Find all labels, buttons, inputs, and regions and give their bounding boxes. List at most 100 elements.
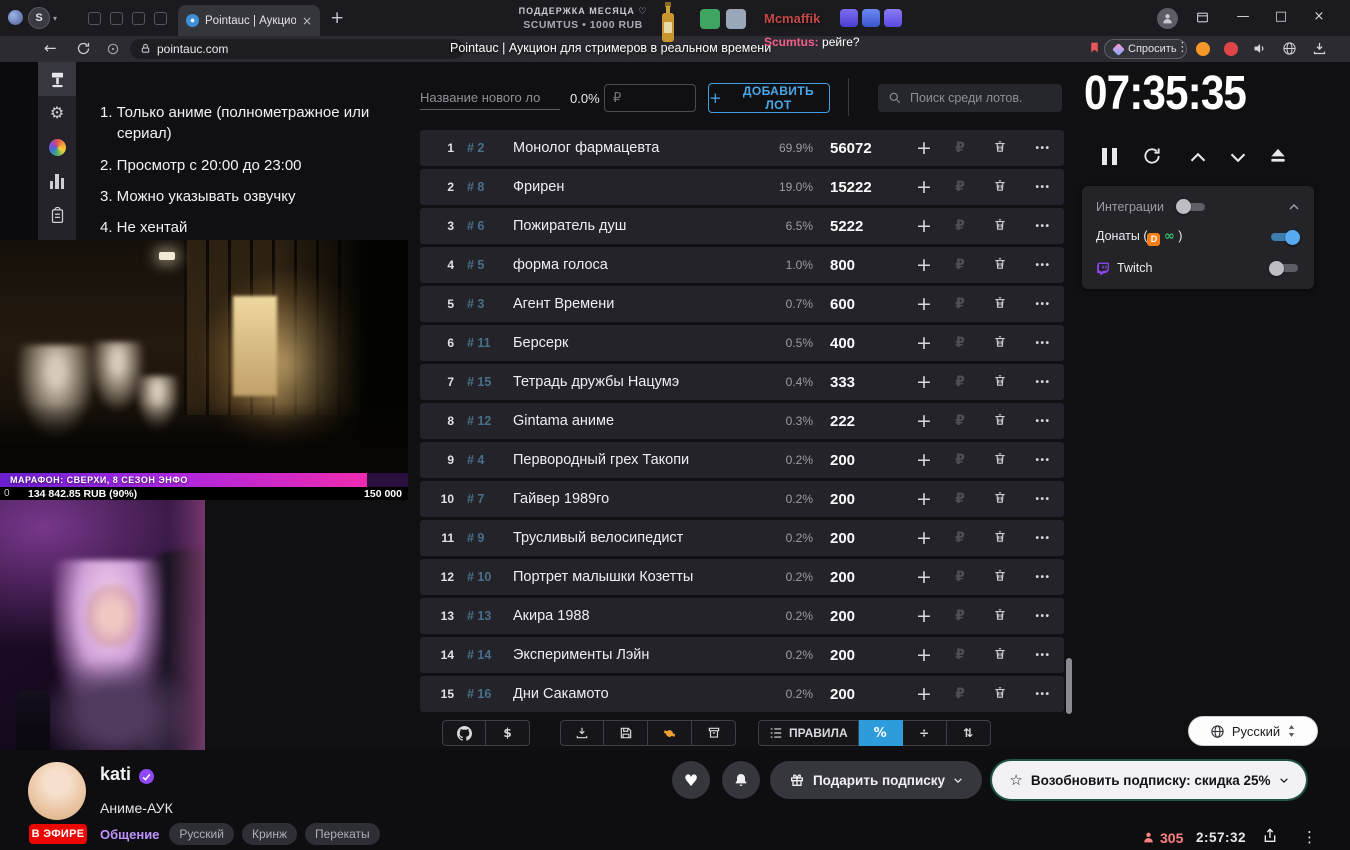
channel-name[interactable]: kati <box>100 764 131 785</box>
add-bid-button[interactable]: + <box>906 137 942 159</box>
ask-button[interactable]: Спросить <box>1104 39 1187 59</box>
bookmark-icon[interactable] <box>1088 40 1101 58</box>
add-bid-button[interactable]: + <box>906 683 942 705</box>
sidebar-item-history[interactable] <box>38 198 76 232</box>
lot-row[interactable]: 2 # 8 Фрирен 19.0% 15222 + ₽ ••• <box>420 169 1064 205</box>
download-icon[interactable] <box>1312 41 1327 59</box>
tab-close-icon[interactable]: × <box>302 14 312 28</box>
maximize-button[interactable]: □ <box>1266 9 1296 24</box>
scrollbar-thumb[interactable] <box>1066 658 1072 714</box>
lot-more-button[interactable]: ••• <box>1022 182 1064 193</box>
lot-more-button[interactable]: ••• <box>1022 455 1064 466</box>
notifications-button[interactable] <box>722 761 760 799</box>
stream-tag[interactable]: Кринж <box>241 823 297 845</box>
new-lot-name-input[interactable] <box>420 86 560 110</box>
currency-button[interactable]: ₽ <box>942 257 978 273</box>
stream-tag[interactable]: Перекаты <box>304 823 380 845</box>
lot-more-button[interactable]: ••• <box>1022 494 1064 505</box>
timer-up-button[interactable] <box>1188 151 1208 167</box>
category-link[interactable]: Общение <box>100 827 159 842</box>
add-bid-button[interactable]: + <box>906 566 942 588</box>
collapse-button[interactable] <box>1288 199 1300 214</box>
lot-row[interactable]: 9 # 4 Первородный грех Такопи 0.2% 200 +… <box>420 442 1064 478</box>
add-bid-button[interactable]: + <box>906 488 942 510</box>
more-options-icon[interactable]: ⋮ <box>1302 828 1317 846</box>
user-avatar-icon[interactable] <box>1157 8 1178 29</box>
extensions-icon[interactable] <box>106 42 120 59</box>
currency-button[interactable]: ₽ <box>942 179 978 195</box>
lot-more-button[interactable]: ••• <box>1022 338 1064 349</box>
currency-button[interactable]: ₽ <box>942 569 978 585</box>
lot-more-button[interactable]: ••• <box>1022 143 1064 154</box>
delete-lot-button[interactable] <box>978 412 1022 430</box>
browser-profile-button[interactable]: S ▾ <box>28 7 57 29</box>
lot-row[interactable]: 5 # 3 Агент Времени 0.7% 600 + ₽ ••• <box>420 286 1064 322</box>
lot-more-button[interactable]: ••• <box>1022 650 1064 661</box>
back-button[interactable]: ← <box>44 39 57 57</box>
extension-icon[interactable] <box>1196 42 1210 56</box>
add-lot-button[interactable]: + ДОБАВИТЬ ЛОТ <box>708 83 830 113</box>
lot-row[interactable]: 15 # 16 Дни Сакамото 0.2% 200 + ₽ ••• <box>420 676 1064 712</box>
lot-row[interactable]: 11 # 9 Трусливый велосипедист 0.2% 200 +… <box>420 520 1064 556</box>
add-bid-button[interactable]: + <box>906 254 942 276</box>
donate-button[interactable]: $ <box>486 720 530 746</box>
sidebar-item-wheel[interactable] <box>38 130 76 164</box>
add-bid-button[interactable]: + <box>906 410 942 432</box>
save-button[interactable] <box>604 720 648 746</box>
delete-lot-button[interactable] <box>978 646 1022 664</box>
add-bid-button[interactable]: + <box>906 644 942 666</box>
delete-lot-button[interactable] <box>978 490 1022 508</box>
lot-row[interactable]: 6 # 11 Берсерк 0.5% 400 + ₽ ••• <box>420 325 1064 361</box>
currency-button[interactable]: ₽ <box>942 530 978 546</box>
download-lots-button[interactable] <box>560 720 604 746</box>
lot-search[interactable] <box>878 84 1062 112</box>
speaker-icon[interactable] <box>1252 41 1267 59</box>
delete-lot-button[interactable] <box>978 334 1022 352</box>
timer-down-button[interactable] <box>1228 151 1248 167</box>
divide-button[interactable]: ÷ <box>902 720 947 746</box>
currency-button[interactable]: ₽ <box>942 140 978 156</box>
add-bid-button[interactable]: + <box>906 215 942 237</box>
add-bid-button[interactable]: + <box>906 527 942 549</box>
candy-button[interactable] <box>648 720 692 746</box>
tab-layout-icon[interactable] <box>1196 11 1209 27</box>
refresh-button[interactable] <box>76 41 91 59</box>
lot-more-button[interactable]: ••• <box>1022 416 1064 427</box>
lot-row[interactable]: 3 # 6 Пожиратель душ 6.5% 5222 + ₽ ••• <box>420 208 1064 244</box>
currency-button[interactable]: ₽ <box>942 335 978 351</box>
lot-row[interactable]: 13 # 13 Акира 1988 0.2% 200 + ₽ ••• <box>420 598 1064 634</box>
address-bar[interactable]: pointauc.com <box>130 39 464 59</box>
kebab-menu-icon[interactable]: ⋮ <box>1176 40 1189 55</box>
gift-sub-button[interactable]: Подарить подписку <box>770 761 982 799</box>
pinned-icon[interactable] <box>132 12 145 25</box>
lot-row[interactable]: 10 # 7 Гайвер 1989го 0.2% 200 + ₽ ••• <box>420 481 1064 517</box>
integrations-toggle[interactable] <box>1176 199 1207 214</box>
resubscribe-button[interactable]: ☆ Возобновить подписку: скидка 25% <box>992 761 1306 799</box>
new-tab-button[interactable]: + <box>330 8 344 28</box>
share-icon[interactable] <box>1262 828 1278 847</box>
lot-row[interactable]: 1 # 2 Монолог фармацевта 69.9% 56072 + ₽… <box>420 130 1064 166</box>
currency-button[interactable]: ₽ <box>942 413 978 429</box>
delete-lot-button[interactable] <box>978 685 1022 703</box>
lot-row[interactable]: 12 # 10 Портрет малышки Козетты 0.2% 200… <box>420 559 1064 595</box>
channel-avatar[interactable] <box>28 762 86 820</box>
add-bid-button[interactable]: + <box>906 371 942 393</box>
percent-mode-button[interactable]: % <box>858 720 903 746</box>
lot-more-button[interactable]: ••• <box>1022 377 1064 388</box>
currency-button[interactable]: ₽ <box>942 374 978 390</box>
github-button[interactable] <box>442 720 486 746</box>
lot-more-button[interactable]: ••• <box>1022 221 1064 232</box>
sort-button[interactable]: ⇅ <box>946 720 991 746</box>
add-bid-button[interactable]: + <box>906 293 942 315</box>
follow-button[interactable]: ♥ <box>672 761 710 799</box>
sidebar-item-statistics[interactable] <box>38 164 76 198</box>
lot-more-button[interactable]: ••• <box>1022 611 1064 622</box>
language-select[interactable]: Русский <box>1188 716 1318 746</box>
lot-row[interactable]: 8 # 12 Gintama аниме 0.3% 222 + ₽ ••• <box>420 403 1064 439</box>
delete-lot-button[interactable] <box>978 295 1022 313</box>
pinned-icon[interactable] <box>88 12 101 25</box>
currency-button[interactable]: ₽ <box>942 218 978 234</box>
rules-button[interactable]: ПРАВИЛА <box>758 720 859 746</box>
add-bid-button[interactable]: + <box>906 605 942 627</box>
archive-button[interactable] <box>692 720 736 746</box>
